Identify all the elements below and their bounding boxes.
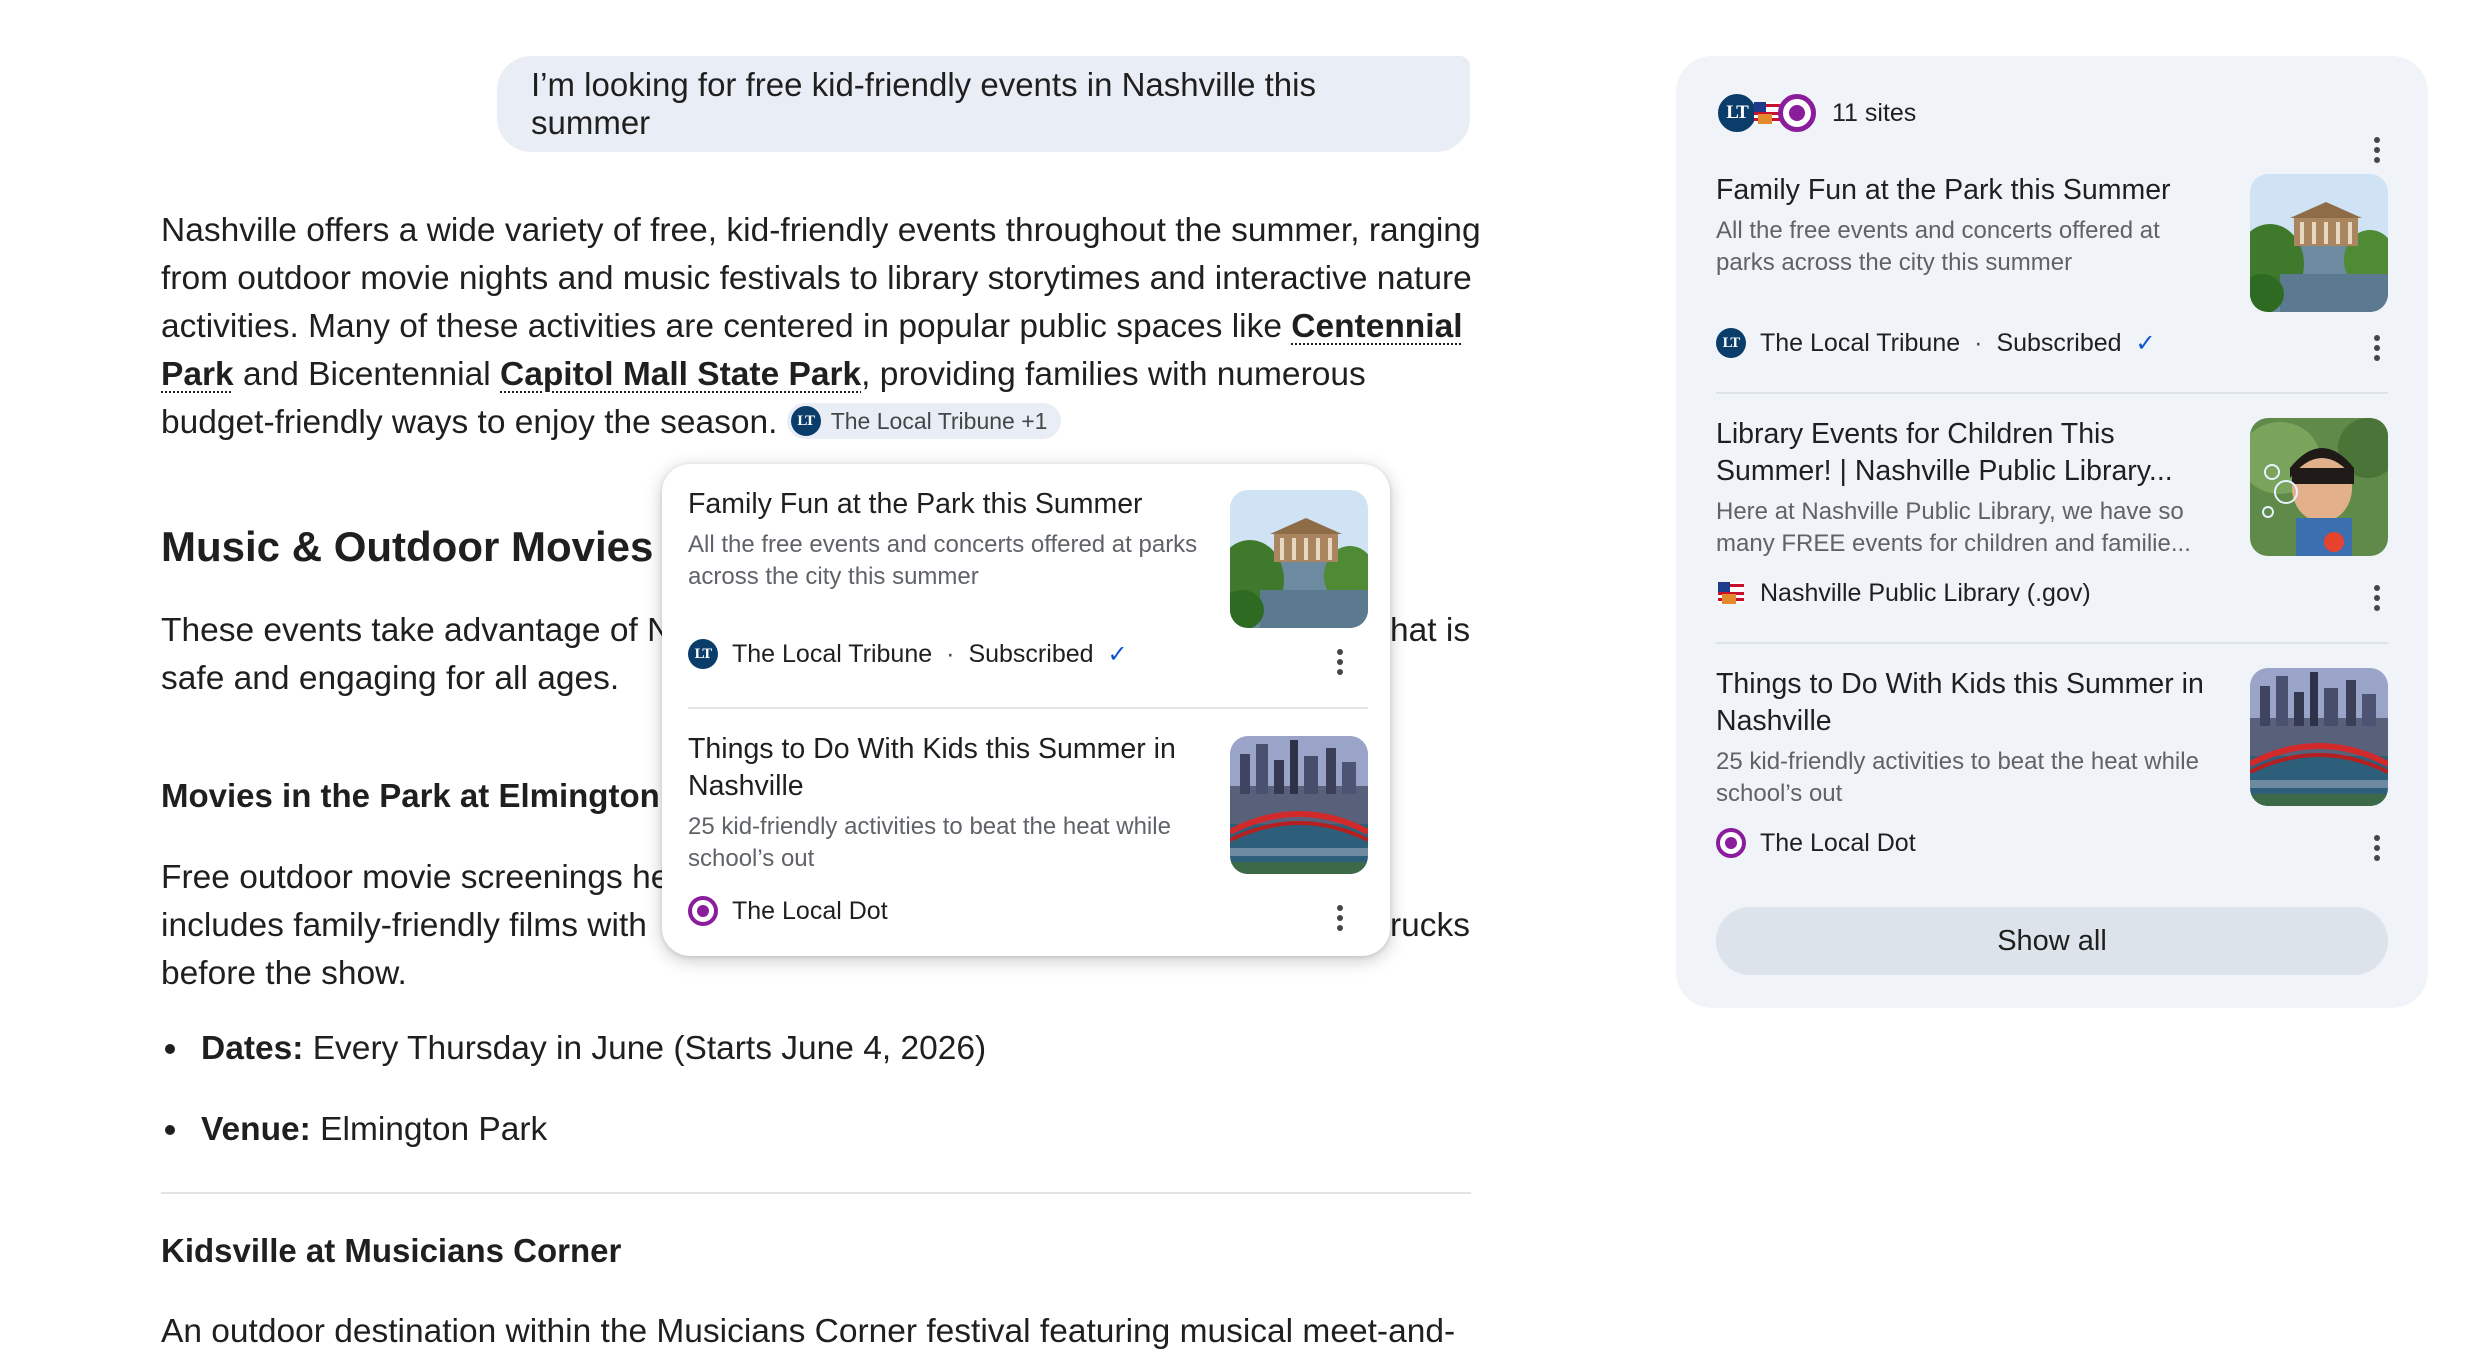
library-logo-icon bbox=[1716, 578, 1746, 608]
panel-more-options-icon[interactable] bbox=[2362, 130, 2392, 170]
more-options-icon[interactable] bbox=[1325, 642, 1355, 682]
verified-check-icon: ✓ bbox=[1107, 640, 1128, 668]
verified-check-icon: ✓ bbox=[2135, 329, 2156, 357]
section1-line1-right: hat is bbox=[1390, 612, 1471, 649]
more-options-icon[interactable] bbox=[2362, 828, 2392, 868]
section-heading-movies: Movies in the Park at Elmington bbox=[161, 777, 660, 814]
panel-card-separator bbox=[1716, 392, 2388, 394]
panel-card-3-source[interactable]: The Local Dot bbox=[1716, 828, 1916, 858]
sources-panel: LT 11 sites Family Fun at the Park this … bbox=[1676, 56, 2428, 1008]
panel-card-2-desc: Here at Nashville Public Library, we hav… bbox=[1716, 498, 2191, 557]
bullet-dot bbox=[165, 1125, 175, 1135]
local-tribune-logo-icon: LT bbox=[1716, 328, 1746, 358]
bullet-dates-value: Every Thursday in June (Starts June 4, 2… bbox=[303, 1030, 987, 1067]
popup-card-separator bbox=[688, 707, 1368, 709]
park-thumbnail[interactable] bbox=[1230, 490, 1368, 628]
section1-line1-left: These events take advantage of Na bbox=[161, 612, 690, 649]
capitol-mall-link[interactable]: Capitol Mall State Park bbox=[500, 356, 861, 393]
local-tribune-logo-icon: LT bbox=[688, 639, 718, 669]
panel-card-1-desc: All the free events and concerts offered… bbox=[1716, 217, 2160, 276]
section1-line2: safe and engaging for all ages. bbox=[161, 660, 620, 697]
panel-card-1[interactable]: Family Fun at the Park this Summer All t… bbox=[1716, 172, 2216, 279]
local-dot-logo-icon bbox=[688, 896, 718, 926]
section2-line2-left: includes family-friendly films with bbox=[161, 907, 647, 944]
panel-card-separator bbox=[1716, 642, 2388, 644]
source-popup: Family Fun at the Park this Summer All t… bbox=[662, 464, 1390, 956]
bullet-venue: Venue: Elmington Park bbox=[161, 1111, 547, 1149]
more-options-icon[interactable] bbox=[2362, 328, 2392, 368]
section2-line2-right: rucks bbox=[1390, 907, 1471, 944]
panel-card-2-source-name: Nashville Public Library (.gov) bbox=[1760, 578, 2091, 607]
popup-card-1[interactable]: Family Fun at the Park this Summer All t… bbox=[688, 486, 1208, 593]
panel-card-1-status: Subscribed bbox=[1996, 328, 2122, 357]
sites-count: 11 sites bbox=[1832, 98, 1917, 127]
popup-card-1-status: Subscribed bbox=[968, 639, 1094, 668]
panel-card-1-title[interactable]: Family Fun at the Park this Summer bbox=[1716, 172, 2216, 209]
popup-card-1-desc: All the free events and concerts offered… bbox=[688, 531, 1198, 590]
bullet-venue-value: Elmington Park bbox=[310, 1111, 548, 1148]
panel-card-3-source-name: The Local Dot bbox=[1760, 828, 1916, 857]
panel-card-2-source[interactable]: Nashville Public Library (.gov) bbox=[1716, 578, 2091, 608]
popup-card-2[interactable]: Things to Do With Kids this Summer in Na… bbox=[688, 731, 1208, 875]
panel-card-2-title[interactable]: Library Events for Children This Summer!… bbox=[1716, 416, 2216, 490]
section-heading-music: Music & Outdoor Movies bbox=[161, 523, 654, 570]
nashville-skyline-thumbnail[interactable] bbox=[2250, 668, 2388, 806]
panel-card-1-source[interactable]: LT The Local Tribune · Subscribed ✓ bbox=[1716, 328, 2156, 358]
popup-card-1-title[interactable]: Family Fun at the Park this Summer bbox=[688, 486, 1208, 523]
local-dot-logo-icon bbox=[1778, 94, 1816, 132]
panel-card-3[interactable]: Things to Do With Kids this Summer in Na… bbox=[1716, 666, 2216, 810]
user-query-bubble: I’m looking for free kid-friendly events… bbox=[497, 56, 1470, 152]
popup-card-2-title[interactable]: Things to Do With Kids this Summer in Na… bbox=[688, 731, 1208, 805]
popup-card-2-source[interactable]: The Local Dot bbox=[688, 896, 888, 926]
park-thumbnail[interactable] bbox=[2250, 174, 2388, 312]
panel-card-2[interactable]: Library Events for Children This Summer!… bbox=[1716, 416, 2216, 560]
panel-card-1-source-name: The Local Tribune bbox=[1760, 328, 1961, 357]
sites-header[interactable]: LT 11 sites bbox=[1716, 92, 1916, 134]
intro-text-2: and Bicentennial bbox=[233, 356, 500, 393]
more-options-icon[interactable] bbox=[1325, 898, 1355, 938]
local-dot-logo-icon bbox=[1716, 828, 1746, 858]
separator-dot: · bbox=[946, 639, 955, 668]
popup-card-2-source-name: The Local Dot bbox=[732, 896, 888, 925]
source-chip[interactable]: LT The Local Tribune +1 bbox=[786, 403, 1062, 440]
local-tribune-logo-icon: LT bbox=[790, 406, 821, 437]
panel-card-3-title[interactable]: Things to Do With Kids this Summer in Na… bbox=[1716, 666, 2216, 740]
more-options-icon[interactable] bbox=[2362, 578, 2392, 618]
popup-card-2-desc: 25 kid-friendly activities to beat the h… bbox=[688, 813, 1171, 872]
separator-dot: · bbox=[1974, 328, 1983, 357]
nashville-skyline-thumbnail[interactable] bbox=[1230, 736, 1368, 874]
section-divider bbox=[161, 1192, 1471, 1194]
bullet-venue-label: Venue: bbox=[201, 1111, 311, 1148]
intro-paragraph: Nashville offers a wide variety of free,… bbox=[161, 207, 1481, 447]
section2-line1-left: Free outdoor movie screenings hel bbox=[161, 859, 677, 896]
show-all-button[interactable]: Show all bbox=[1716, 907, 2388, 975]
bullet-dates-label: Dates: bbox=[201, 1030, 304, 1067]
user-query-text: I’m looking for free kid-friendly events… bbox=[531, 66, 1316, 141]
popup-card-1-source-name: The Local Tribune bbox=[732, 639, 933, 668]
bullet-dates: Dates: Every Thursday in June (Starts Ju… bbox=[161, 1030, 986, 1068]
section-heading-kidsville: Kidsville at Musicians Corner bbox=[161, 1232, 622, 1269]
section2-line3: before the show. bbox=[161, 955, 407, 992]
section3-line1: An outdoor destination within the Musici… bbox=[161, 1313, 1456, 1350]
panel-card-3-desc: 25 kid-friendly activities to beat the h… bbox=[1716, 748, 2199, 807]
popup-card-1-source[interactable]: LT The Local Tribune · Subscribed ✓ bbox=[688, 639, 1128, 669]
bullet-dot bbox=[165, 1044, 175, 1054]
source-chip-label: The Local Tribune +1 bbox=[830, 408, 1048, 435]
intro-text-1: Nashville offers a wide variety of free,… bbox=[161, 212, 1481, 345]
child-bubbles-thumbnail[interactable] bbox=[2250, 418, 2388, 556]
